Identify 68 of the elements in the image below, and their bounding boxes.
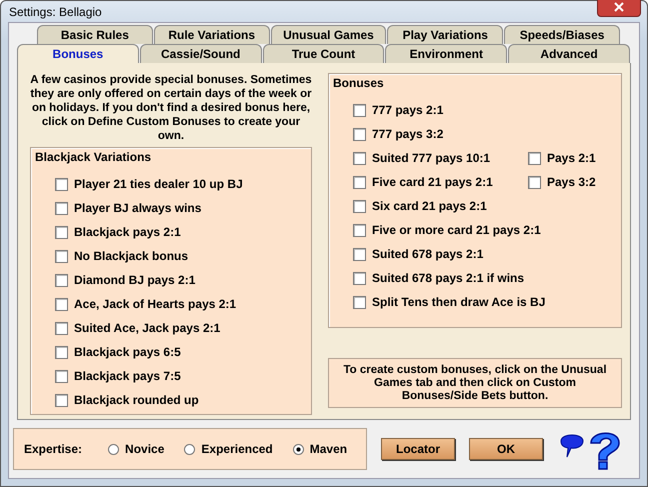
checkbox-label: 777 pays 3:2 bbox=[372, 127, 444, 141]
checkbox-label: Ace, Jack of Hearts pays 2:1 bbox=[74, 297, 236, 311]
checkbox[interactable] bbox=[353, 152, 366, 164]
checkbox[interactable] bbox=[528, 176, 541, 188]
checkbox-label: Pays 2:1 bbox=[547, 151, 596, 165]
tab[interactable]: Unusual Games bbox=[270, 25, 386, 44]
close-button[interactable] bbox=[597, 0, 641, 16]
tab[interactable]: Cassie/Sound bbox=[140, 44, 262, 63]
checkbox-label: No Blackjack bonus bbox=[74, 249, 188, 263]
checkbox-label: Blackjack pays 2:1 bbox=[74, 225, 181, 239]
checkbox[interactable] bbox=[353, 296, 366, 308]
dialog-button[interactable]: OK bbox=[469, 438, 543, 460]
dialog-button[interactable]: Locator bbox=[381, 438, 455, 460]
checkbox-label: 777 pays 2:1 bbox=[372, 103, 444, 117]
tab[interactable]: Play Variations bbox=[387, 25, 504, 44]
checkbox-label: Five card 21 pays 2:1 bbox=[372, 175, 494, 189]
checkbox[interactable] bbox=[353, 248, 366, 260]
checkbox-label: Five or more card 21 pays 2:1 bbox=[372, 223, 541, 237]
checkbox-label: Player 21 ties dealer 10 up BJ bbox=[74, 177, 243, 191]
checkbox[interactable] bbox=[55, 226, 68, 238]
checkbox[interactable] bbox=[353, 104, 366, 116]
checkbox[interactable] bbox=[353, 200, 366, 212]
group-title: Blackjack Variations bbox=[35, 150, 152, 164]
checkbox[interactable] bbox=[55, 298, 68, 310]
checkbox-label: Six card 21 pays 2:1 bbox=[372, 199, 488, 213]
checkbox-label: Diamond BJ pays 2:1 bbox=[74, 273, 196, 287]
checkbox[interactable] bbox=[55, 274, 68, 286]
tab[interactable]: Speeds/Biases bbox=[504, 25, 620, 44]
checkbox-label: Pays 3:2 bbox=[547, 175, 596, 189]
checkbox[interactable] bbox=[55, 370, 68, 382]
checkbox[interactable] bbox=[55, 202, 68, 214]
expertise-label: Expertise: bbox=[24, 442, 82, 456]
radio-label: Novice bbox=[125, 442, 164, 456]
checkbox[interactable] bbox=[55, 394, 68, 406]
radio-button[interactable] bbox=[292, 444, 304, 454]
close-icon bbox=[614, 2, 624, 12]
checkbox[interactable] bbox=[55, 178, 68, 190]
checkbox[interactable] bbox=[353, 176, 366, 188]
checkbox-label: Blackjack rounded up bbox=[74, 393, 199, 407]
tab[interactable]: Bonuses bbox=[17, 44, 139, 63]
tab[interactable]: Rule Variations bbox=[154, 25, 270, 44]
radio-button[interactable] bbox=[184, 444, 196, 454]
radio-label: Maven bbox=[310, 442, 348, 456]
group-title: Bonuses bbox=[333, 76, 385, 90]
checkbox-label: Split Tens then draw Ace is BJ bbox=[372, 295, 546, 309]
checkbox-label: Blackjack pays 6:5 bbox=[74, 345, 181, 359]
tab[interactable]: Environment bbox=[385, 44, 508, 63]
note-text: To create custom bonuses, click on the Unusual Games tab and then click on Custom Bonuses/Side Bets button. bbox=[342, 364, 608, 402]
checkbox-label: Blackjack pays 7:5 bbox=[74, 369, 181, 383]
checkbox[interactable] bbox=[55, 346, 68, 358]
tab[interactable]: Basic Rules bbox=[37, 25, 153, 44]
checkbox[interactable] bbox=[353, 224, 366, 236]
checkbox-label: Player BJ always wins bbox=[74, 201, 202, 215]
radio-label: Experienced bbox=[201, 442, 273, 456]
checkbox-label: Suited Ace, Jack pays 2:1 bbox=[74, 321, 220, 335]
tab[interactable]: True Count bbox=[262, 44, 384, 63]
window-title: Settings: Bellagio bbox=[9, 4, 102, 18]
intro-text: A few casinos provide special bonuses. Sometimes they are only offered on certain days of the week or on holidays. If you don't find a desired bonus here, click on Define Custom Bonuses to create your own. bbox=[30, 73, 312, 143]
checkbox-label: Suited 777 pays 10:1 bbox=[372, 151, 492, 165]
checkbox[interactable] bbox=[55, 250, 68, 262]
checkbox[interactable] bbox=[528, 152, 541, 164]
checkbox[interactable] bbox=[353, 128, 366, 140]
checkbox[interactable] bbox=[353, 272, 366, 284]
checkbox[interactable] bbox=[55, 322, 68, 334]
radio-button[interactable] bbox=[108, 444, 120, 454]
checkbox-label: Suited 678 pays 2:1 bbox=[372, 247, 484, 261]
tab[interactable]: Advanced bbox=[508, 44, 630, 63]
checkbox-label: Suited 678 pays 2:1 if wins bbox=[372, 271, 524, 285]
